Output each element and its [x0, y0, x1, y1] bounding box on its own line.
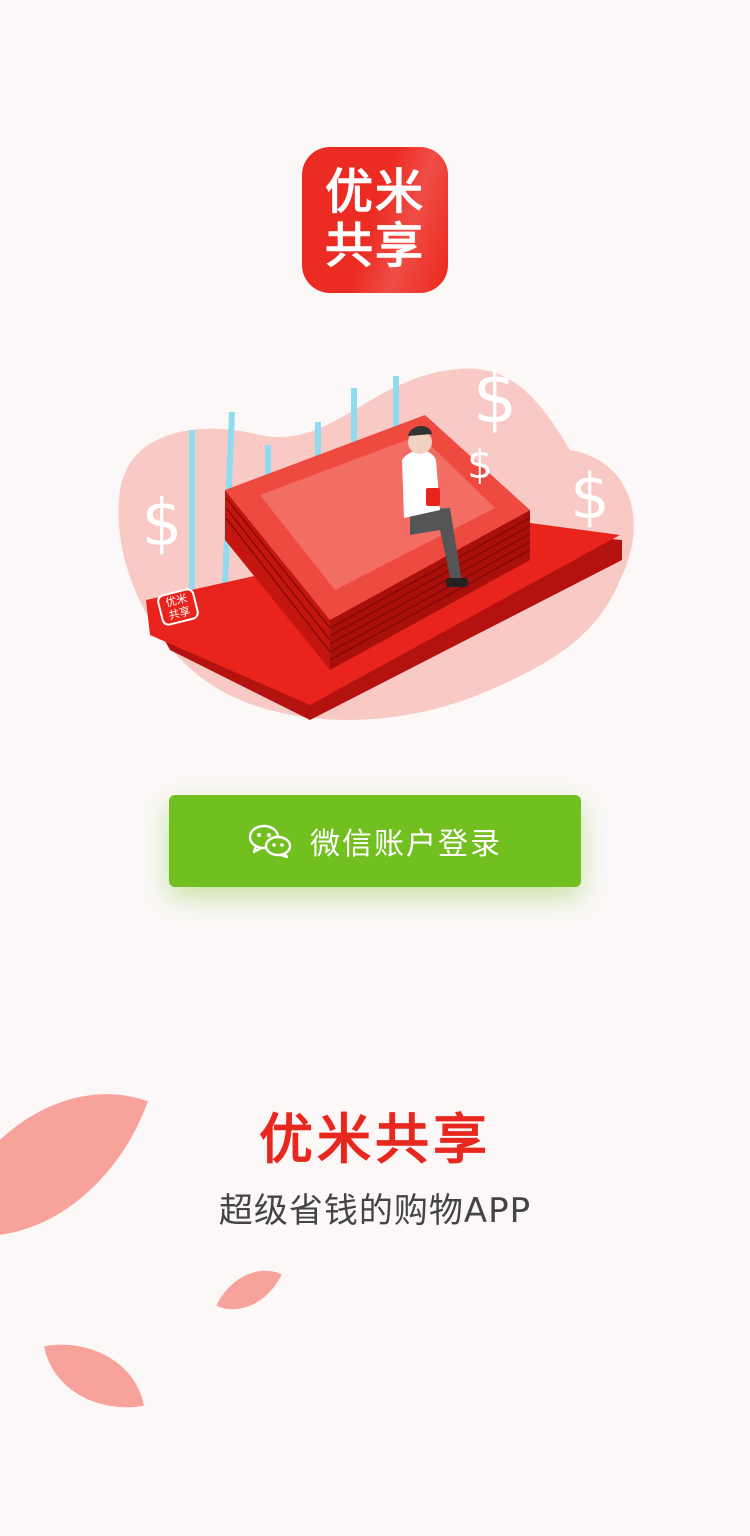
- brand-name: 优米共享: [259, 1108, 491, 1171]
- dollar-right: $: [570, 460, 609, 533]
- petal-small: [216, 1254, 282, 1326]
- logo-text: 优米 共享: [302, 165, 448, 273]
- brand-slogan: 超级省钱的购物APP: [218, 1191, 532, 1231]
- wechat-login-label: 微信账户登录: [310, 827, 502, 862]
- wechat-icon: [248, 824, 292, 859]
- dollar-small: $: [467, 442, 492, 488]
- logo-line-1: 优米: [324, 164, 425, 220]
- petal-bottom: [44, 1330, 144, 1422]
- logo-line-2: 共享: [324, 218, 425, 274]
- app-logo: 优米 共享: [302, 147, 448, 293]
- hero-illustration: 优米 共享 $ $ $ $: [118, 360, 634, 720]
- dollar-left: $: [142, 487, 183, 561]
- wechat-login-button[interactable]: 微信账户登录: [169, 795, 581, 887]
- dollar-top: $: [473, 360, 518, 439]
